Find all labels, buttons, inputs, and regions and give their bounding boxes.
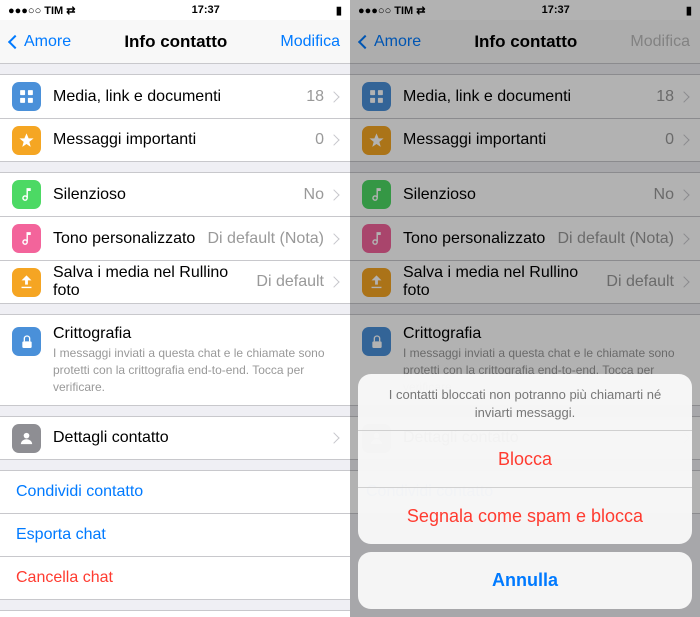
left-details-icon [12, 424, 41, 453]
left-save-label: Salva i media nel Rullino foto [53, 264, 256, 300]
left-save-value: Di default [256, 273, 324, 291]
left-back-label: Amore [24, 33, 71, 51]
left-status-bar: ●●●○○ TIM ⇄ 17:37 ▮ [0, 0, 350, 20]
blocca-button[interactable]: Blocca [358, 430, 692, 487]
left-cancella-link[interactable]: Cancella chat [0, 556, 350, 600]
action-sheet-message: I contatti bloccati non potranno più chi… [358, 374, 692, 430]
left-esporta-link[interactable]: Esporta chat [0, 513, 350, 556]
left-crypto-icon [12, 327, 41, 356]
left-row-save[interactable]: Salva i media nel Rullino foto Di defaul… [0, 260, 350, 304]
left-mute-chevron [328, 189, 339, 200]
left-media-chevron [328, 91, 339, 102]
left-section-danger: Blocca contatto Segnala come spam [0, 610, 350, 617]
left-mute-value: No [304, 186, 324, 204]
left-section-crypto: Crittografia I messaggi inviati a questa… [0, 314, 350, 406]
left-crypto-title: Crittografia [53, 325, 338, 343]
segnala-blocca-button[interactable]: Segnala come spam e blocca [358, 487, 692, 544]
left-nav-bar: Amore Info contatto Modifica [0, 20, 350, 64]
left-row-starred[interactable]: Messaggi importanti 0 [0, 118, 350, 162]
left-battery: ▮ [336, 4, 342, 17]
left-save-chevron [328, 276, 339, 287]
left-tone-chevron [328, 233, 339, 244]
left-row-mute[interactable]: Silenzioso No [0, 172, 350, 216]
action-sheet-cancel-group: Annulla [358, 552, 692, 609]
left-tone-icon [12, 224, 41, 253]
overlay-dim[interactable]: I contatti bloccati non potranno più chi… [350, 0, 700, 617]
left-section-links: Condividi contatto Esporta chat Cancella… [0, 470, 350, 600]
left-row-crypto[interactable]: Crittografia I messaggi inviati a questa… [0, 314, 350, 406]
left-starred-value: 0 [315, 131, 324, 149]
left-row-tone[interactable]: Tono personalizzato Di default (Nota) [0, 216, 350, 260]
left-details-label: Dettagli contatto [53, 429, 330, 447]
left-crypto-content: Crittografia I messaggi inviati a questa… [53, 325, 338, 395]
left-section-details: Dettagli contatto [0, 416, 350, 460]
left-starred-icon [12, 126, 41, 155]
left-blocca-link[interactable]: Blocca contatto [0, 610, 350, 617]
left-details-chevron [328, 433, 339, 444]
left-section-1: Media, link e documenti 18 Messaggi impo… [0, 74, 350, 162]
left-row-media[interactable]: Media, link e documenti 18 [0, 74, 350, 118]
left-nav-title: Info contatto [124, 32, 227, 52]
left-condividi-link[interactable]: Condividi contatto [0, 470, 350, 513]
left-tone-label: Tono personalizzato [53, 230, 208, 248]
left-time: 17:37 [192, 4, 220, 16]
left-back-button[interactable]: Amore [10, 33, 71, 51]
left-battery-text: ▮ [336, 4, 342, 17]
left-starred-chevron [328, 134, 339, 145]
left-back-chevron [8, 34, 22, 48]
left-panel: ●●●○○ TIM ⇄ 17:37 ▮ Amore Info contatto … [0, 0, 350, 617]
left-row-details[interactable]: Dettagli contatto [0, 416, 350, 460]
left-modifica-button[interactable]: Modifica [280, 33, 340, 51]
left-tone-value: Di default (Nota) [208, 230, 325, 248]
left-carrier: ●●●○○ TIM ⇄ [8, 4, 76, 17]
left-content: Media, link e documenti 18 Messaggi impo… [0, 64, 350, 617]
left-media-label: Media, link e documenti [53, 88, 306, 106]
action-sheet: I contatti bloccati non potranno più chi… [350, 374, 700, 617]
left-media-icon [12, 82, 41, 111]
left-media-value: 18 [306, 88, 324, 106]
left-save-icon [12, 268, 41, 297]
action-sheet-main-group: I contatti bloccati non potranno più chi… [358, 374, 692, 544]
left-mute-label: Silenzioso [53, 186, 304, 204]
left-mute-icon [12, 180, 41, 209]
left-crypto-desc: I messaggi inviati a questa chat e le ch… [53, 345, 338, 395]
action-sheet-overlay: I contatti bloccati non potranno più chi… [350, 0, 700, 617]
right-panel: ●●●○○ TIM ⇄ 17:37 ▮ Amore Info contatto … [350, 0, 700, 617]
left-section-2: Silenzioso No Tono personalizzato Di def… [0, 172, 350, 304]
annulla-button[interactable]: Annulla [358, 552, 692, 609]
left-starred-label: Messaggi importanti [53, 131, 315, 149]
